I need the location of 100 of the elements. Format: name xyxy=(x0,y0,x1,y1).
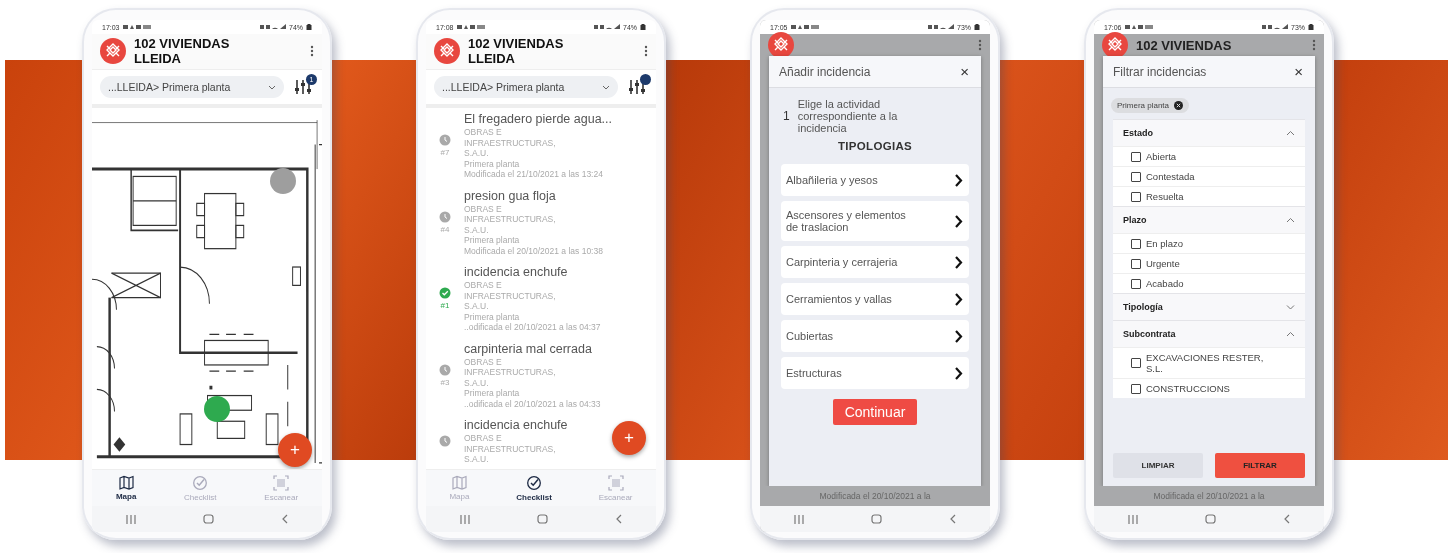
recents-icon[interactable] xyxy=(459,513,470,525)
more-options-icon[interactable] xyxy=(978,39,982,51)
recents-icon[interactable] xyxy=(793,513,804,525)
map-icon xyxy=(118,475,135,490)
back-icon[interactable] xyxy=(950,514,957,524)
clock-icon xyxy=(439,435,451,448)
checkbox[interactable] xyxy=(1131,238,1141,249)
location-dropdown[interactable]: ...LLEIDA> Primera planta xyxy=(434,76,618,98)
checkbox-label: Contestada xyxy=(1146,171,1195,182)
section-header[interactable]: Subcontrata xyxy=(1113,320,1305,347)
app-title: 102 VIVIENDAS xyxy=(1136,37,1232,53)
filter-button[interactable]: FILTRAR xyxy=(1215,453,1305,478)
more-options-icon[interactable] xyxy=(310,45,314,57)
more-options-icon[interactable] xyxy=(1312,39,1316,51)
close-button[interactable]: × xyxy=(1292,64,1305,79)
checkbox[interactable] xyxy=(1131,171,1141,182)
filter-button[interactable] xyxy=(626,77,648,97)
map-icon xyxy=(451,475,468,490)
chevron-up-icon xyxy=(1286,217,1295,223)
clock-icon xyxy=(439,210,451,223)
issue-title[interactable]: presion gua floja xyxy=(464,188,603,204)
scan-icon xyxy=(273,475,290,491)
battery-icon xyxy=(306,24,312,30)
clock-icon xyxy=(439,134,451,147)
notification-icons xyxy=(1124,24,1153,30)
chevron-right-icon xyxy=(954,214,963,228)
app-title: 102 VIVIENDAS LLEIDA xyxy=(134,36,231,66)
close-button[interactable]: × xyxy=(958,64,971,79)
signal-icons xyxy=(1262,24,1288,30)
checkbox[interactable] xyxy=(1131,258,1141,269)
issue-title[interactable]: carpinteria mal cerrada xyxy=(464,341,601,357)
continue-button[interactable]: Continuar xyxy=(832,399,918,425)
issue-title[interactable]: El fregadero pierde agua... xyxy=(464,112,613,127)
checkbox-label: EXCAVACIONES RESTER, S.L. xyxy=(1146,352,1265,374)
recents-icon[interactable] xyxy=(1127,513,1138,525)
category-option[interactable]: Carpinteria y cerrajeria xyxy=(781,246,969,278)
issue-detail: OBRAS E INFRAESTRUCTURAS, S.A.U. xyxy=(464,127,557,159)
notification-icons xyxy=(122,24,151,30)
clear-button[interactable]: LIMPIAR xyxy=(1113,453,1203,478)
signal-icons xyxy=(594,24,620,30)
category-option[interactable]: Estructuras xyxy=(781,357,969,389)
checkbox-label: CONSTRUCCIONS xyxy=(1146,383,1230,394)
section-header[interactable]: Tipología xyxy=(1113,293,1305,320)
app-logo-icon xyxy=(434,38,460,64)
battery-icon xyxy=(640,24,646,30)
issue-number: #7 xyxy=(440,148,450,158)
checkbox[interactable] xyxy=(1131,278,1141,289)
step-number: 1 xyxy=(783,109,790,123)
home-icon[interactable] xyxy=(871,514,883,524)
scan-icon xyxy=(607,475,624,491)
more-options-icon[interactable] xyxy=(644,45,648,57)
issue-detail: Primera planta xyxy=(464,388,521,399)
chevron-right-icon xyxy=(954,366,963,380)
filter-badge xyxy=(640,74,651,85)
issue-detail: Primera planta xyxy=(464,158,521,169)
section-header[interactable]: Estado xyxy=(1113,119,1305,146)
section-header[interactable]: Plazo xyxy=(1113,206,1305,233)
back-icon[interactable] xyxy=(282,514,289,524)
add-button[interactable]: + xyxy=(612,421,646,455)
battery-icon xyxy=(974,24,980,30)
issue-detail: ..odificada el 20/10/2021 a las 04:33 xyxy=(464,398,601,409)
checkbox[interactable] xyxy=(1131,191,1141,202)
nav-tab[interactable]: Mapa xyxy=(107,475,145,502)
nav-tab[interactable]: Checklist xyxy=(508,475,560,502)
back-icon[interactable] xyxy=(1284,514,1291,524)
caret-icon xyxy=(268,83,276,91)
checkbox[interactable] xyxy=(1131,358,1141,368)
location-dropdown[interactable]: ...LLEIDA> Primera planta xyxy=(100,76,284,98)
app-logo-icon xyxy=(100,38,126,64)
background-text: Modificada el 20/10/2021 a la xyxy=(819,491,931,501)
category-option[interactable]: Ascensores y elementos de traslacion xyxy=(781,201,969,241)
issue-title[interactable]: incidencia enchufe xyxy=(464,418,579,433)
home-icon[interactable] xyxy=(203,514,215,524)
checkbox[interactable] xyxy=(1131,151,1141,162)
dialog-title: Filtrar incidencias xyxy=(1113,64,1207,79)
battery-icon xyxy=(1308,24,1314,30)
checkbox-label: Resuelta xyxy=(1146,191,1184,202)
back-icon[interactable] xyxy=(616,514,623,524)
app-title: 102 VIVIENDAS LLEIDA xyxy=(468,36,565,66)
issue-detail: Modificada el 20/10/2021 a las 10:38 xyxy=(464,245,603,256)
background-text: Modificada el 20/10/2021 a la xyxy=(1153,491,1265,501)
issue-title[interactable]: incidencia enchufe xyxy=(464,265,601,280)
home-icon[interactable] xyxy=(1205,514,1217,524)
category-option[interactable]: Cubiertas xyxy=(781,320,969,352)
section-title: TIPOLOGIAS xyxy=(837,139,913,154)
notification-icons xyxy=(456,24,485,30)
filter-chip[interactable]: Primera planta xyxy=(1111,98,1190,113)
checkbox-label: Acabado xyxy=(1146,278,1184,289)
checkbox[interactable] xyxy=(1131,383,1141,394)
checkbox-label: Urgente xyxy=(1146,258,1180,269)
signal-icons xyxy=(928,24,954,30)
category-option[interactable]: Albañileria y yesos xyxy=(781,164,969,196)
issue-detail: ..odificada el 20/10/2021 a las 04:37 xyxy=(464,322,601,333)
checkbox-label: En plazo xyxy=(1146,238,1183,249)
issue-detail: OBRAS E INFRAESTRUCTURAS, S.A.U. xyxy=(464,280,557,312)
category-option[interactable]: Cerramientos y vallas xyxy=(781,283,969,315)
home-icon[interactable] xyxy=(537,514,549,524)
issue-number: #4 xyxy=(440,224,450,234)
recents-icon[interactable] xyxy=(125,513,136,525)
check-circle-icon xyxy=(439,287,451,300)
